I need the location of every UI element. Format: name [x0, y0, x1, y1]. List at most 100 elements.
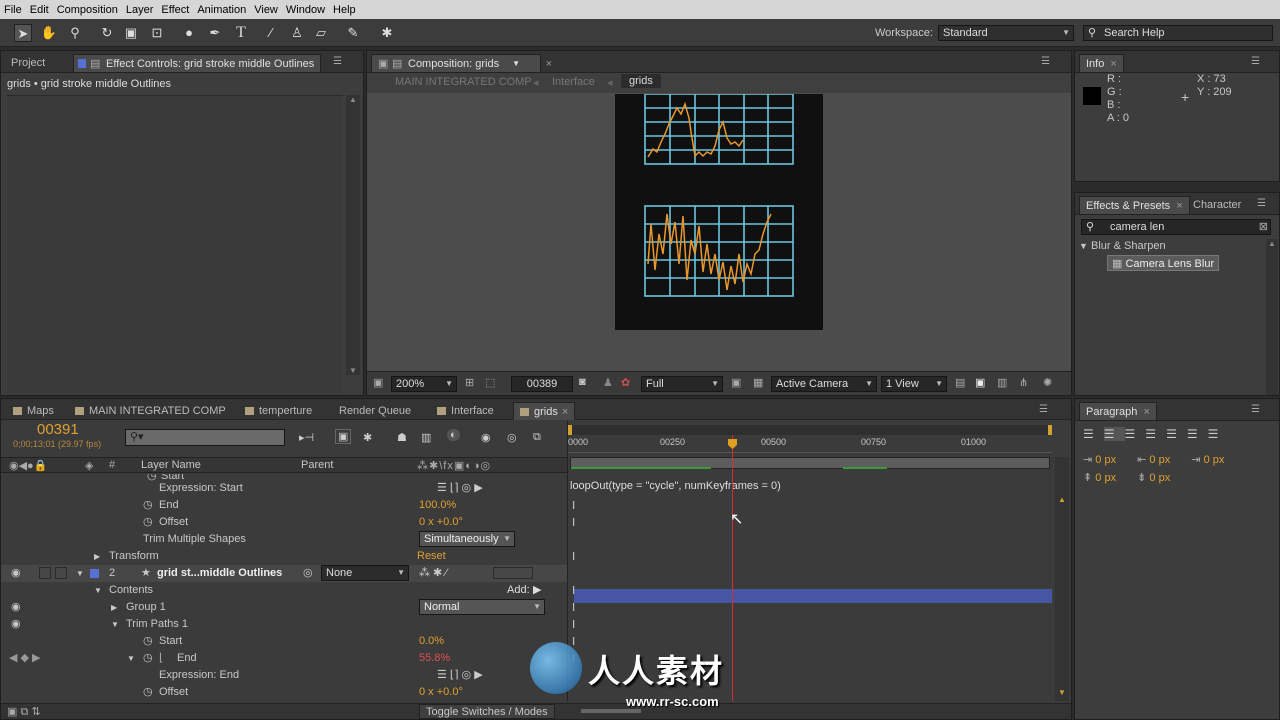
- property-row-expression-start[interactable]: Expression: Start ☰ ⌊⌉ ◎ ▶: [1, 480, 567, 497]
- timeline-scrollbar[interactable]: ▲ ▼: [1055, 457, 1069, 701]
- layer-switches-pane-icon[interactable]: ▣ ⧉ ⇅: [7, 705, 41, 719]
- menu-effect[interactable]: Effect: [161, 4, 189, 16]
- clear-search-icon[interactable]: ⊠: [1259, 220, 1268, 234]
- snapshot-camera-icon[interactable]: ◙: [579, 376, 586, 388]
- puppet-tool-icon[interactable]: ✱: [378, 24, 396, 42]
- expand-triangle-icon[interactable]: ▼: [1079, 241, 1088, 251]
- resolution-dropdown[interactable]: Full ▼: [641, 376, 723, 392]
- align-left-icon[interactable]: ☰: [1083, 427, 1104, 441]
- reset-link[interactable]: Reset: [417, 548, 446, 565]
- camera-tool-icon[interactable]: ▣: [122, 24, 140, 42]
- stopwatch-icon[interactable]: ◷: [143, 633, 153, 650]
- pen-tool-icon[interactable]: ✒: [206, 24, 224, 42]
- close-icon[interactable]: ×: [1143, 406, 1149, 418]
- property-value[interactable]: 0 x +0.0°: [419, 514, 463, 531]
- close-icon[interactable]: ×: [562, 406, 568, 418]
- tab-paragraph[interactable]: Paragraph ×: [1079, 402, 1157, 420]
- property-row-transform[interactable]: ▶ Transform Reset: [1, 548, 567, 565]
- layer-2-duration-bar[interactable]: [574, 589, 1052, 603]
- panel-menu-icon[interactable]: ☰: [1039, 404, 1053, 415]
- space-after-value[interactable]: 0 px: [1149, 472, 1170, 484]
- comp-mini-flowchart-icon[interactable]: ▸⊣: [299, 431, 314, 444]
- region-of-interest-icon[interactable]: ⬚: [485, 376, 495, 389]
- property-row-group-1[interactable]: ◉ ▶ Group 1 Normal ▼: [1, 599, 567, 616]
- first-line-indent-value[interactable]: 0 px: [1204, 454, 1225, 466]
- time-ruler[interactable]: 0000 00250 00500 00750 01000: [568, 435, 1052, 453]
- toggle-pixel-aspect-icon[interactable]: ▤: [955, 376, 965, 389]
- tab-effect-controls[interactable]: ▤ Effect Controls: grid stroke middle Ou…: [73, 54, 322, 72]
- indent-left-value[interactable]: 0 px: [1095, 454, 1116, 466]
- expression-controls-icon[interactable]: ☰ ⌊⌉ ◎ ▶: [437, 667, 483, 684]
- alignment-buttons[interactable]: ☰☰☰☰☰☰☰: [1083, 427, 1228, 441]
- crumb-interface[interactable]: Interface: [552, 76, 595, 88]
- eraser-tool-icon[interactable]: ▱: [312, 24, 330, 42]
- work-area-end-handle[interactable]: [1048, 425, 1052, 435]
- search-help-input[interactable]: ⚲ Search Help: [1083, 25, 1273, 41]
- tab-main-integrated-comp[interactable]: MAIN INTEGRATED COMP: [69, 402, 232, 420]
- scroll-up-icon[interactable]: ▲: [346, 95, 360, 104]
- property-value[interactable]: 100.0%: [419, 497, 456, 514]
- tab-character[interactable]: Character: [1187, 196, 1247, 214]
- col-parent[interactable]: Parent: [301, 459, 333, 471]
- align-right-icon[interactable]: ☰: [1125, 427, 1146, 441]
- selection-tool-icon[interactable]: ➤: [14, 24, 32, 42]
- tab-project[interactable]: Project: [5, 54, 51, 72]
- brush-tool-icon[interactable]: ⁄: [262, 24, 280, 42]
- expression-controls-icon[interactable]: ☰ ⌊⌉ ◎ ▶: [437, 480, 483, 497]
- hand-tool-icon[interactable]: ✋: [40, 24, 58, 42]
- scroll-down-icon[interactable]: ▼: [346, 366, 360, 375]
- timeline-current-time[interactable]: 00391: [37, 421, 79, 438]
- grid-overlay-icon[interactable]: ⊞: [465, 376, 474, 389]
- panel-menu-icon[interactable]: ☰: [1041, 56, 1055, 67]
- tab-composition[interactable]: ▣ ▤ Composition: grids ▼ ×: [371, 54, 552, 72]
- color-channels-icon[interactable]: ✿: [621, 376, 630, 389]
- parent-dropdown[interactable]: None ▼: [321, 565, 409, 581]
- menu-view[interactable]: View: [254, 4, 278, 16]
- shy-layers-icon[interactable]: ☗: [397, 431, 407, 444]
- always-preview-icon[interactable]: ▣: [373, 376, 383, 389]
- property-row-end[interactable]: ◷ End 100.0%: [1, 497, 567, 514]
- camera-dropdown[interactable]: Active Camera ▼: [771, 376, 877, 392]
- solo-toggle[interactable]: [39, 567, 51, 579]
- stopwatch-icon[interactable]: ◷: [143, 684, 153, 701]
- menu-composition[interactable]: Composition: [57, 4, 118, 16]
- panel-menu-icon[interactable]: ☰: [1257, 198, 1271, 209]
- scrollbar[interactable]: ▲: [1266, 239, 1278, 395]
- layer-bar-top[interactable]: [570, 457, 1050, 469]
- scroll-up-icon[interactable]: ▲: [1266, 239, 1278, 248]
- auto-keyframe-icon[interactable]: ◎: [507, 431, 517, 444]
- blend-mode-dropdown[interactable]: Normal ▼: [419, 599, 545, 615]
- roto-brush-tool-icon[interactable]: ✎: [344, 24, 362, 42]
- tab-maps[interactable]: Maps: [7, 402, 60, 420]
- eye-icon[interactable]: ◉: [11, 565, 21, 582]
- rotate-tool-icon[interactable]: ↻: [98, 24, 116, 42]
- collapse-triangle-icon[interactable]: ▼: [127, 650, 135, 667]
- stopwatch-active-icon[interactable]: ◷: [143, 650, 153, 667]
- scroll-up-icon[interactable]: ▲: [1055, 495, 1069, 504]
- type-tool-icon[interactable]: T: [232, 24, 250, 42]
- fast-previews-icon[interactable]: ▣: [975, 376, 985, 389]
- property-row-trim-multiple[interactable]: Trim Multiple Shapes Simultaneously ▼: [1, 531, 567, 548]
- effect-camera-lens-blur[interactable]: ▦ Camera Lens Blur: [1107, 255, 1220, 271]
- clone-stamp-tool-icon[interactable]: ♙: [288, 24, 306, 42]
- expand-triangle-icon[interactable]: ▶: [94, 548, 100, 565]
- live-update-icon[interactable]: ▣: [335, 429, 352, 444]
- stopwatch-icon[interactable]: ◷: [143, 497, 153, 514]
- view-layout-dropdown[interactable]: 1 View ▼: [881, 376, 947, 392]
- effects-search-input[interactable]: ⚲ camera len ⊠: [1081, 219, 1271, 235]
- stopwatch-icon[interactable]: ◷: [143, 514, 153, 531]
- expand-triangle-icon[interactable]: ▶: [111, 599, 117, 616]
- crumb-main-integrated-comp[interactable]: MAIN INTEGRATED COMP: [395, 76, 532, 88]
- col-layer-name[interactable]: Layer Name: [141, 459, 201, 471]
- region-icon[interactable]: ▣: [731, 376, 741, 389]
- current-time-field[interactable]: 00389: [511, 376, 573, 392]
- menu-window[interactable]: Window: [286, 4, 325, 16]
- parent-pickwhip-icon[interactable]: ◎: [303, 565, 313, 582]
- timeline-icon[interactable]: ▥: [997, 376, 1007, 389]
- transparency-grid-icon[interactable]: ▦: [753, 376, 763, 389]
- property-row-offset[interactable]: ◷ Offset 0 x +0.0°: [1, 514, 567, 531]
- lock-toggle[interactable]: [55, 567, 67, 579]
- property-row-trim-paths[interactable]: ◉ ▼ Trim Paths 1: [1, 616, 567, 633]
- justify-last-left-icon[interactable]: ☰: [1145, 427, 1166, 441]
- eye-icon[interactable]: ◉: [11, 616, 21, 633]
